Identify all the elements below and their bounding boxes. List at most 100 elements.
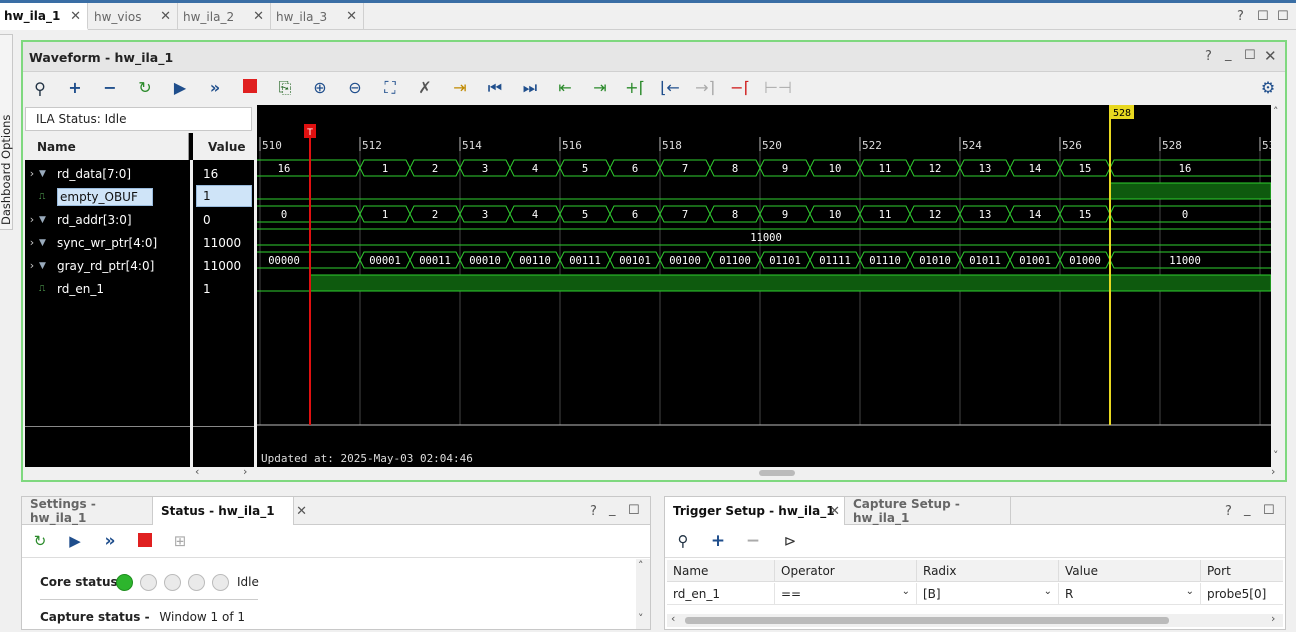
zoom-out-icon[interactable]: ⊖ bbox=[344, 79, 366, 97]
value-select[interactable]: R ⌄ bbox=[1059, 583, 1201, 605]
chevron-down-icon[interactable]: ⌄ bbox=[1044, 586, 1052, 597]
tab-hw-ila-1[interactable]: hw_ila_1 ✕ bbox=[0, 3, 88, 30]
help-icon[interactable]: ? bbox=[1237, 9, 1244, 24]
scroll-left-icon[interactable]: ‹ bbox=[671, 612, 675, 625]
column-header-operator[interactable]: Operator bbox=[775, 560, 917, 582]
scroll-right-icon[interactable]: › bbox=[1271, 612, 1275, 625]
column-header-port[interactable]: Port bbox=[1201, 560, 1283, 582]
search-icon[interactable]: ⚲ bbox=[673, 532, 693, 550]
next-marker-icon[interactable]: →⌉ bbox=[694, 79, 716, 97]
scroll-right-icon[interactable]: › bbox=[1271, 465, 1275, 478]
swap-cursor-icon[interactable]: −⌈ bbox=[729, 79, 751, 97]
play-icon[interactable]: ▶ bbox=[169, 79, 191, 97]
zoom-fit-icon[interactable]: ⛶ bbox=[379, 79, 401, 97]
tab-capture-setup[interactable]: Capture Setup - hw_ila_1 bbox=[845, 497, 1011, 525]
remove-icon[interactable]: − bbox=[743, 531, 763, 551]
tab-hw-vios[interactable]: hw_vios ✕ bbox=[90, 3, 178, 30]
no-cursor-icon[interactable]: ✗ bbox=[414, 79, 436, 97]
maximize-icon[interactable]: ☐ bbox=[1263, 503, 1275, 518]
settings-icon[interactable]: ⚙ bbox=[1257, 79, 1279, 97]
close-icon[interactable]: ✕ bbox=[346, 9, 357, 24]
restore-icon[interactable]: ☐ bbox=[1257, 9, 1269, 24]
go-first-icon[interactable]: ⏮ bbox=[484, 79, 506, 97]
scroll-up-icon[interactable]: ˄ bbox=[1273, 105, 1279, 118]
expand-arrow-icon[interactable]: › bbox=[25, 236, 39, 249]
hscroll-thumb[interactable] bbox=[685, 617, 1169, 624]
close-icon[interactable]: ✕ bbox=[829, 504, 840, 519]
signal-row-rd-addr[interactable]: › ▼ rd_addr[3:0] bbox=[25, 208, 191, 231]
value-column-header[interactable]: Value bbox=[193, 133, 254, 160]
scroll-down-icon[interactable]: ˅ bbox=[638, 612, 644, 625]
minimize-icon[interactable]: _ bbox=[609, 502, 616, 517]
signal-row-empty-obuf[interactable]: ⎍ empty_OBUF bbox=[25, 185, 191, 208]
play-icon[interactable]: ▶ bbox=[65, 532, 85, 550]
search-icon[interactable]: ⚲ bbox=[29, 80, 51, 98]
signal-row-gray-rd-ptr[interactable]: › ▼ gray_rd_ptr[4:0] bbox=[25, 254, 191, 277]
wave-hscroll[interactable]: › bbox=[257, 465, 1285, 479]
help-icon[interactable]: ? bbox=[590, 504, 597, 519]
trigger-condition-icon[interactable]: ⊳ bbox=[780, 532, 800, 550]
expand-arrow-icon[interactable]: › bbox=[25, 213, 39, 226]
marker-icon[interactable]: ⇥ bbox=[449, 79, 471, 97]
column-header-value[interactable]: Value bbox=[1059, 560, 1201, 582]
close-icon[interactable]: ✕ bbox=[1264, 47, 1277, 65]
go-last-icon[interactable]: ⏭ bbox=[519, 79, 541, 97]
tab-status[interactable]: Status - hw_ila_1 ✕ bbox=[152, 497, 307, 525]
add-icon[interactable]: + bbox=[64, 79, 86, 97]
column-header-radix[interactable]: Radix bbox=[917, 560, 1059, 582]
chevron-down-icon[interactable]: ⌄ bbox=[902, 586, 910, 597]
dashboard-options-tab[interactable]: Dashboard Options bbox=[0, 34, 13, 230]
minimize-icon[interactable]: _ bbox=[1244, 502, 1251, 517]
export-icon[interactable]: ⎘ bbox=[274, 79, 296, 97]
tab-settings[interactable]: Settings - hw_ila_1 bbox=[22, 497, 150, 525]
minimize-icon[interactable]: _ bbox=[1225, 47, 1232, 62]
scroll-right-icon[interactable]: › bbox=[243, 465, 247, 478]
bypass-icon[interactable]: ⊞ bbox=[170, 532, 190, 550]
close-icon[interactable]: ✕ bbox=[70, 9, 81, 24]
stop-icon[interactable] bbox=[135, 533, 155, 551]
run-trigger-icon[interactable]: ↻ bbox=[134, 79, 156, 97]
tab-hw-ila-3[interactable]: hw_ila_3 ✕ bbox=[272, 3, 364, 30]
waveform-canvas[interactable]: 510512514516518520522524526528530 161234… bbox=[257, 105, 1271, 479]
wave-vscroll[interactable]: ˄ ˅ bbox=[1271, 105, 1285, 467]
maximize-icon[interactable]: ☐ bbox=[1277, 9, 1289, 24]
fast-forward-icon[interactable]: » bbox=[100, 531, 120, 551]
chevron-down-icon[interactable]: ⌄ bbox=[1186, 586, 1194, 597]
zoom-in-icon[interactable]: ⊕ bbox=[309, 79, 331, 97]
radix-select[interactable]: [B] ⌄ bbox=[917, 583, 1059, 605]
tab-hw-ila-2[interactable]: hw_ila_2 ✕ bbox=[179, 3, 271, 30]
signal-row-rd-en-1[interactable]: ⎍ rd_en_1 bbox=[25, 277, 191, 300]
scroll-left-icon[interactable]: ‹ bbox=[195, 465, 199, 478]
status-vscroll[interactable]: ˄ ˅ bbox=[636, 559, 650, 629]
run-trigger-icon[interactable]: ↻ bbox=[30, 532, 50, 550]
name-scrollbar[interactable]: ‹ › bbox=[25, 465, 254, 479]
help-icon[interactable]: ? bbox=[1225, 504, 1232, 519]
remove-icon[interactable]: − bbox=[99, 79, 121, 97]
close-icon[interactable]: ✕ bbox=[160, 9, 171, 24]
prev-transition-icon[interactable]: ⇤ bbox=[554, 79, 576, 97]
tab-trigger-setup[interactable]: Trigger Setup - hw_ila_1 ✕ bbox=[665, 497, 845, 525]
next-transition-icon[interactable]: ⇥ bbox=[589, 79, 611, 97]
trigger-hscroll[interactable]: ‹ › bbox=[667, 612, 1283, 627]
help-icon[interactable]: ? bbox=[1205, 49, 1212, 64]
expand-icon[interactable]: ⊢⊣ bbox=[764, 79, 792, 97]
table-row[interactable]: rd_en_1 == ⌄ [B] ⌄ R ⌄ probe5[0] bbox=[667, 583, 1283, 605]
name-column-header[interactable]: Name bbox=[25, 133, 189, 160]
fast-forward-icon[interactable]: » bbox=[204, 79, 226, 97]
add-icon[interactable]: + bbox=[708, 531, 728, 551]
expand-arrow-icon[interactable]: › bbox=[25, 167, 39, 180]
stop-icon[interactable] bbox=[239, 79, 261, 97]
scroll-down-icon[interactable]: ˅ bbox=[1273, 449, 1279, 462]
operator-select[interactable]: == ⌄ bbox=[775, 583, 917, 605]
close-icon[interactable]: ✕ bbox=[253, 9, 264, 24]
column-header-name[interactable]: Name bbox=[667, 560, 775, 582]
prev-marker-icon[interactable]: ⌊← bbox=[659, 79, 681, 97]
scroll-up-icon[interactable]: ˄ bbox=[638, 559, 644, 572]
add-marker-icon[interactable]: +⌈ bbox=[624, 79, 646, 97]
signal-row-sync-wr-ptr[interactable]: › ▼ sync_wr_ptr[4:0] bbox=[25, 231, 191, 254]
hscroll-thumb[interactable] bbox=[759, 470, 795, 476]
expand-arrow-icon[interactable]: › bbox=[25, 259, 39, 272]
maximize-icon[interactable]: ☐ bbox=[1244, 48, 1256, 63]
signal-row-rd-data[interactable]: › ▼ rd_data[7:0] bbox=[25, 162, 191, 185]
maximize-icon[interactable]: ☐ bbox=[628, 503, 640, 518]
